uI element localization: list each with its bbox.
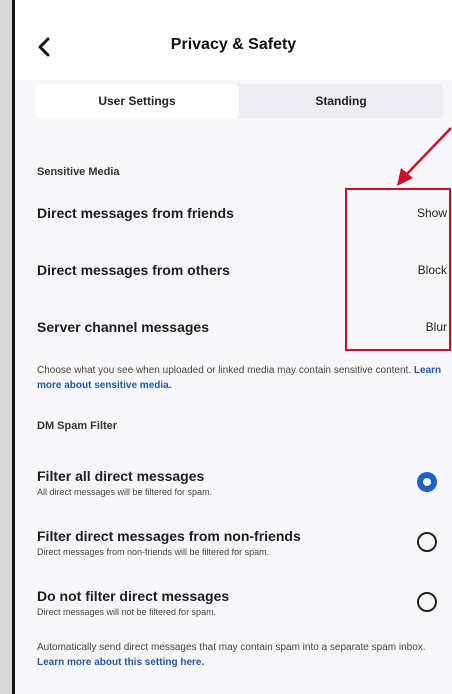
row-label: Server channel messages [37,319,209,335]
option-subtitle: All direct messages will be filtered for… [37,486,213,497]
radio-unselected-icon[interactable] [417,532,437,552]
phone-screen: Privacy & Safety User Settings Standing … [12,0,452,694]
section-title-sensitive-media: Sensitive Media [37,166,120,178]
tab-bar: User Settings Standing [35,84,443,118]
option-text: Filter all direct messages All direct me… [37,468,212,497]
option-title: Filter direct messages from non-friends [37,527,301,544]
tab-user-settings[interactable]: User Settings [35,84,239,118]
spam-filter-learn-more-link[interactable]: Learn more about this setting here. [37,657,204,668]
section-title-dm-spam-filter: DM Spam Filter [37,420,118,432]
annotation-arrow-icon [397,127,452,186]
option-subtitle: Direct messages will not be filtered for… [37,606,217,617]
option-subtitle: Direct messages from non-friends will be… [37,546,270,557]
radio-selected-icon[interactable] [417,472,437,492]
radio-unselected-icon[interactable] [417,592,437,612]
spam-option-filter-non-friends[interactable]: Filter direct messages from non-friends … [37,520,447,564]
sensitive-media-help: Choose what you see when uploaded or lin… [37,363,447,393]
row-label: Direct messages from friends [37,205,234,221]
option-text: Filter direct messages from non-friends … [37,528,301,557]
header-bar: Privacy & Safety [15,0,452,80]
option-title: Filter all direct messages [37,467,205,484]
page-title: Privacy & Safety [170,36,297,53]
help-text: Automatically send direct messages that … [37,642,426,653]
annotation-highlight-box [345,188,451,351]
spam-filter-help: Automatically send direct messages that … [37,640,447,670]
tab-standing[interactable]: Standing [239,84,443,118]
option-text: Do not filter direct messages Direct mes… [37,588,229,617]
spam-option-do-not-filter[interactable]: Do not filter direct messages Direct mes… [37,580,447,624]
option-title: Do not filter direct messages [37,587,230,604]
help-text: Choose what you see when uploaded or lin… [37,365,412,376]
spam-option-filter-all[interactable]: Filter all direct messages All direct me… [37,460,447,504]
row-label: Direct messages from others [37,262,230,278]
